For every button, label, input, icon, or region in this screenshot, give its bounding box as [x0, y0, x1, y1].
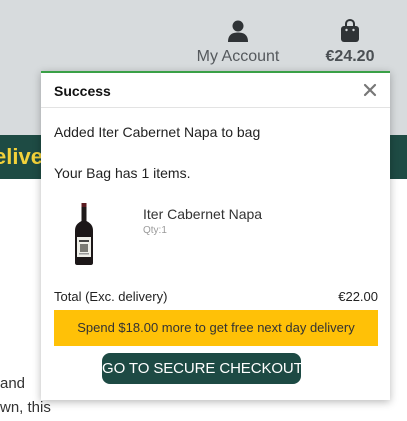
bag-total: €24.20: [325, 48, 375, 65]
bag-count-message: Your Bag has 1 items.: [54, 165, 191, 181]
my-account-link[interactable]: My Account: [188, 18, 288, 66]
product-qty: Qty:1: [143, 225, 167, 236]
shopping-bag-icon: [341, 18, 359, 42]
toast-title: Success: [54, 83, 111, 99]
toast-header: Success: [41, 73, 390, 108]
background-text-line-2: wn, this: [0, 399, 51, 416]
total-value: €22.00: [338, 289, 378, 304]
product-name: Iter Cabernet Napa: [143, 206, 263, 222]
background-text-line-1: and: [0, 375, 26, 392]
secure-checkout-button[interactable]: GO TO SECURE CHECKOUT: [102, 353, 303, 384]
success-toast: Success Added Iter Cabernet Napa to bag …: [41, 71, 390, 400]
shopping-bag-link[interactable]: €24.20: [310, 18, 390, 66]
my-account-label: My Account: [196, 48, 280, 65]
wine-bottle-icon: [75, 203, 93, 265]
page: My Account €24.20 elive and wn, this Suc…: [0, 0, 407, 421]
added-message: Added Iter Cabernet Napa to bag: [54, 124, 261, 140]
close-icon[interactable]: [362, 82, 378, 98]
banner-text: elive: [0, 144, 43, 169]
free-delivery-promo: Spend $18.00 more to get free next day d…: [54, 310, 378, 346]
total-label: Total (Exc. delivery): [54, 289, 168, 304]
user-icon: [228, 20, 248, 42]
